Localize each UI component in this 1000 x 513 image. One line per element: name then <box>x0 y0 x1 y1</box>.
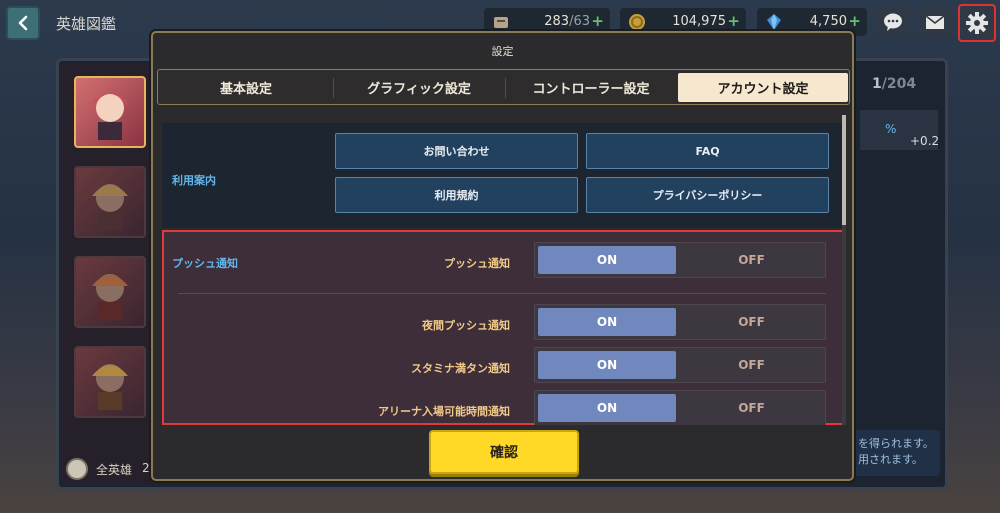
gem-icon <box>763 11 785 33</box>
gear-icon <box>966 12 988 34</box>
back-button[interactable] <box>6 6 40 40</box>
push-section-label: プッシュ通知 <box>172 257 238 270</box>
hero-portrait[interactable] <box>74 256 146 328</box>
tab-graphics-settings[interactable]: グラフィック設定 <box>336 73 502 102</box>
info-section: 利用案内 お問い合わせ FAQ 利用規約 プライバシーポリシー <box>162 123 844 228</box>
hero-portrait[interactable] <box>74 346 146 418</box>
settings-content[interactable]: 利用案内 お問い合わせ FAQ 利用規約 プライバシーポリシー プッシュ通知 プ… <box>162 115 844 425</box>
page-title: 英雄図鑑 <box>56 15 117 33</box>
add-gold-icon[interactable]: + <box>727 12 740 30</box>
gold-value: 104,975 <box>672 14 726 29</box>
toggle-off-option[interactable]: OFF <box>681 308 822 336</box>
bonus-note: を得られます。 用されます。 <box>848 430 940 476</box>
all-heroes-icon <box>66 458 88 480</box>
add-gem-icon[interactable]: + <box>848 12 861 30</box>
push-notification-toggle[interactable]: ON OFF <box>534 242 826 278</box>
night-push-label: 夜間プッシュ通知 <box>422 319 510 332</box>
stamina-full-toggle[interactable]: ON OFF <box>534 347 826 383</box>
chat-button[interactable] <box>877 6 909 38</box>
stamina-max: 63 <box>573 14 590 29</box>
info-section-label: 利用案内 <box>172 174 216 187</box>
tab-controller-settings[interactable]: コントローラー設定 <box>508 73 674 102</box>
gold-coin-icon <box>626 11 648 33</box>
hero-portrait-icon <box>92 274 128 320</box>
stamina-icon <box>490 11 512 33</box>
night-push-toggle[interactable]: ON OFF <box>534 304 826 340</box>
push-notification-label: プッシュ通知 <box>444 257 510 270</box>
settings-tabs: 基本設定 グラフィック設定 コントローラー設定 アカウント設定 <box>157 69 850 105</box>
confirm-button[interactable]: 確認 <box>429 430 579 474</box>
scrollbar-thumb[interactable] <box>842 115 846 225</box>
arena-entry-toggle[interactable]: ON OFF <box>534 390 826 425</box>
toggle-off-option[interactable]: OFF <box>681 351 822 379</box>
section-divider <box>178 293 826 294</box>
arena-entry-label: アリーナ入場可能時間通知 <box>378 405 510 418</box>
privacy-policy-button[interactable]: プライバシーポリシー <box>586 177 829 213</box>
hero-portrait-icon <box>92 364 128 410</box>
stamina-current: 283 <box>544 14 570 29</box>
settings-modal: 設定 基本設定 グラフィック設定 コントローラー設定 アカウント設定 利用案内 … <box>151 31 854 481</box>
chat-bubble-icon <box>884 13 902 31</box>
toggle-off-option[interactable]: OFF <box>681 394 822 422</box>
all-heroes-label: 全英雄 <box>96 463 133 477</box>
hero-portrait-icon <box>92 184 128 230</box>
push-notification-section: プッシュ通知 プッシュ通知 ON OFF 夜間プッシュ通知 ON OFF スタミ… <box>162 230 844 425</box>
gem-value: 4,750 <box>809 14 847 29</box>
toggle-on-option[interactable]: ON <box>538 351 676 379</box>
mail-button[interactable] <box>919 6 951 38</box>
hero-portrait[interactable] <box>74 166 146 238</box>
tab-basic-settings[interactable]: 基本設定 <box>161 73 331 102</box>
tab-divider <box>333 78 334 98</box>
add-stamina-icon[interactable]: + <box>591 12 604 30</box>
tab-account-settings[interactable]: アカウント設定 <box>678 73 848 102</box>
stat-bonus: +0.2% <box>860 110 939 150</box>
mail-icon <box>925 15 945 29</box>
hero-count: 1/204 <box>872 76 917 92</box>
modal-title: 設定 <box>491 45 514 58</box>
hero-portrait[interactable] <box>74 76 146 148</box>
settings-button[interactable] <box>958 4 996 42</box>
contact-button[interactable]: お問い合わせ <box>335 133 578 169</box>
all-heroes-extra: 2 <box>142 461 150 475</box>
tab-divider <box>505 78 506 98</box>
stamina-full-label: スタミナ満タン通知 <box>411 362 510 375</box>
toggle-on-option[interactable]: ON <box>538 308 676 336</box>
toggle-on-option[interactable]: ON <box>538 394 676 422</box>
hero-portrait-icon <box>92 94 128 140</box>
faq-button[interactable]: FAQ <box>586 133 829 169</box>
terms-button[interactable]: 利用規約 <box>335 177 578 213</box>
toggle-on-option[interactable]: ON <box>538 246 676 274</box>
chevron-left-icon <box>18 15 28 31</box>
toggle-off-option[interactable]: OFF <box>681 246 822 274</box>
